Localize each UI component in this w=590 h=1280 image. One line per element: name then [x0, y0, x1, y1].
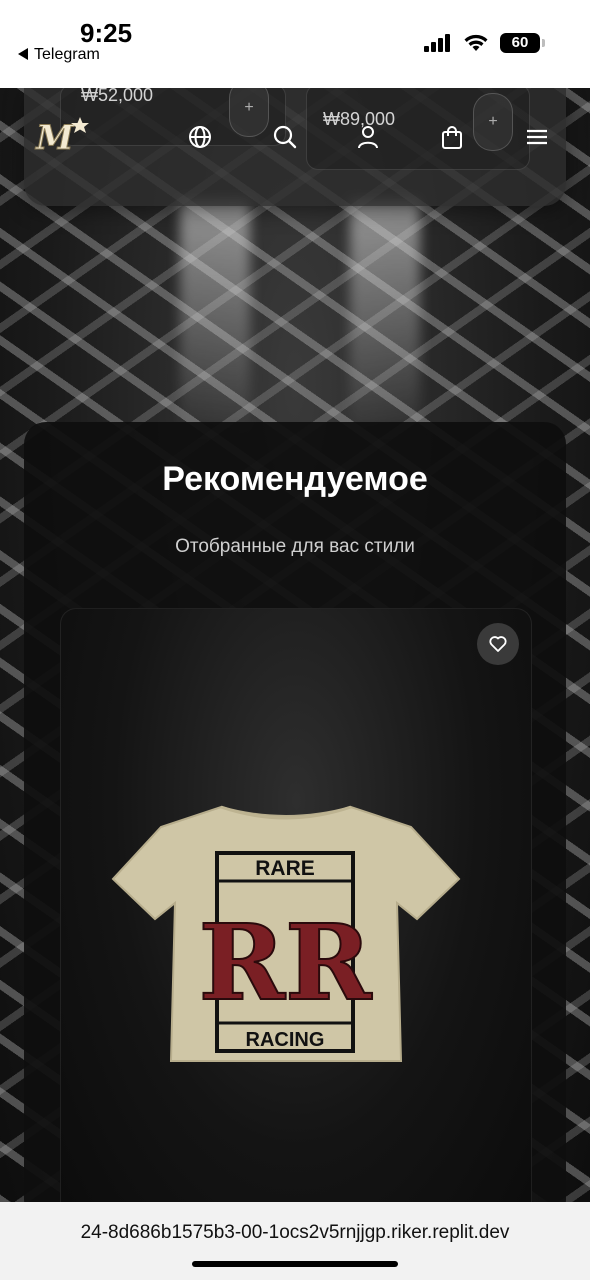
favorite-button[interactable]: [477, 623, 519, 665]
print-top-text: RARE: [255, 857, 315, 880]
shopping-bag-icon[interactable]: [439, 124, 465, 150]
product-card[interactable]: RARE RR RACING: [60, 608, 532, 1250]
section-subtitle: Отобранные для вас стили: [175, 536, 415, 557]
menu-icon[interactable]: [524, 124, 550, 150]
back-to-telegram[interactable]: Telegram: [18, 46, 100, 64]
globe-icon[interactable]: [187, 124, 213, 150]
print-monogram: RR: [199, 901, 373, 1024]
section-title: Рекомендуемое: [162, 460, 428, 498]
battery-indicator: 60: [500, 33, 545, 53]
home-indicator: [192, 1261, 398, 1267]
search-icon[interactable]: [272, 124, 298, 150]
ghost-add-button[interactable]: +: [473, 93, 513, 151]
browser-url-bar[interactable]: 24-8d686b1575b3-00-1ocs2v5rnjjgp.riker.r…: [0, 1202, 590, 1280]
status-time: 9:25: [80, 18, 133, 48]
cellular-signal-icon: [424, 34, 452, 52]
wifi-icon: [464, 34, 488, 51]
print-bottom-text: RACING: [246, 1029, 325, 1051]
back-arrow-icon: [18, 48, 28, 60]
ghost-product-card: ₩89,000 +: [306, 84, 530, 170]
logo-icon[interactable]: M: [34, 115, 94, 157]
svg-text:M: M: [35, 118, 75, 157]
status-bar: 9:25 Telegram 60: [0, 0, 590, 88]
user-icon[interactable]: [355, 124, 381, 150]
product-image[interactable]: RARE RR RACING: [111, 799, 461, 1069]
back-app-label: Telegram: [34, 46, 100, 63]
recommended-section: Рекомендуемое Отобранные для вас стили R…: [24, 422, 566, 1250]
ghost-price: ₩52,000: [81, 85, 154, 105]
heart-icon: [489, 636, 507, 652]
url-text[interactable]: 24-8d686b1575b3-00-1ocs2v5rnjjgp.riker.r…: [0, 1222, 590, 1244]
